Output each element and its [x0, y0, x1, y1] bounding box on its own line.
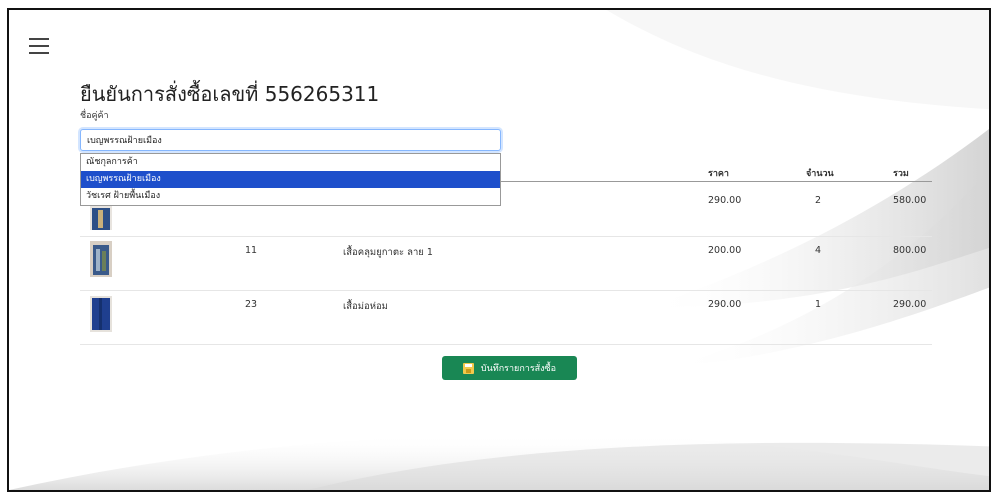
code-cell: 11 [245, 245, 258, 256]
header-qty: จำนวน [806, 169, 834, 179]
row-divider [80, 290, 932, 291]
vendor-label: ชื่อคู่ค้า [80, 111, 109, 121]
product-name-cell: เสื้อคลุมยูกาตะ ลาย 1 [343, 247, 433, 258]
qty-cell: 2 [815, 195, 822, 206]
vendor-select[interactable]: เบญพรรณฝ้ายเมือง [80, 129, 501, 151]
save-button-label: บันทึกรายการสั่งซื้อ [480, 364, 557, 374]
price-cell: 290.00 [708, 299, 742, 310]
qty-cell: 1 [815, 299, 822, 310]
product-image [90, 296, 112, 332]
price-cell: 200.00 [708, 245, 742, 256]
page-title: ยืนยันการสั่งซื้อเลขที่ 556265311 [80, 82, 380, 106]
floppy-disk-icon [462, 362, 474, 374]
product-name-cell: เสื้อม่อห่อม [343, 301, 388, 312]
save-purchase-order-button[interactable]: บันทึกรายการสั่งซื้อ [442, 356, 577, 380]
vendor-option-selected[interactable]: เบญพรรณฝ้ายเมือง [81, 171, 500, 188]
row-divider [80, 236, 932, 237]
hamburger-menu-icon[interactable] [29, 38, 49, 56]
code-cell: 23 [245, 299, 258, 310]
total-cell: 580.00 [893, 195, 927, 206]
total-cell: 800.00 [893, 245, 927, 256]
qty-cell: 4 [815, 245, 822, 256]
vendor-dropdown-list: ณัชกุลการค้า เบญพรรณฝ้ายเมือง วัชเรศ ฝ้า… [80, 153, 501, 206]
total-cell: 290.00 [893, 299, 927, 310]
vendor-option[interactable]: วัชเรศ ฝ้ายพื้นเมือง [81, 188, 500, 205]
price-cell: 290.00 [708, 195, 742, 206]
row-divider [80, 344, 932, 345]
product-image [90, 241, 112, 277]
header-total: รวม [893, 169, 909, 179]
vendor-option[interactable]: ณัชกุลการค้า [81, 154, 500, 171]
header-price: ราคา [708, 169, 729, 179]
